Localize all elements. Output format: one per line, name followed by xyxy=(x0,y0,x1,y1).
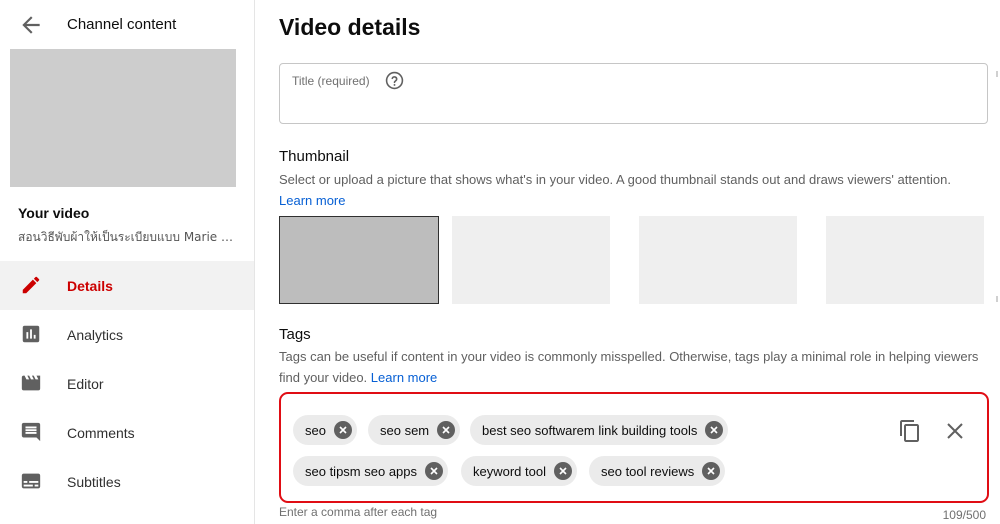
sidebar-title: Channel content xyxy=(67,16,177,33)
copy-icon[interactable] xyxy=(898,419,922,443)
tags-input[interactable]: seo seo sem best seo softwarem link buil… xyxy=(279,392,989,503)
tag-chip: best seo softwarem link building tools xyxy=(470,415,729,445)
comment-icon xyxy=(20,421,42,443)
thumbnail-learn-more-link[interactable]: Learn more xyxy=(279,193,345,208)
clapperboard-icon xyxy=(20,372,42,394)
nav-label-comments: Comments xyxy=(67,424,135,441)
subtitles-icon xyxy=(20,470,42,492)
remove-tag-icon[interactable] xyxy=(705,421,724,439)
tags-section-title: Tags xyxy=(279,326,311,343)
remove-tag-icon[interactable] xyxy=(437,421,456,439)
analytics-icon xyxy=(20,323,42,345)
tag-chip-label: seo sem xyxy=(380,422,430,438)
video-thumbnail-preview[interactable] xyxy=(10,49,236,187)
pencil-icon xyxy=(20,274,42,296)
nav-item-editor[interactable]: Editor xyxy=(0,359,254,408)
remove-tag-icon[interactable] xyxy=(702,462,721,480)
title-field[interactable]: Title (required) xyxy=(279,63,988,124)
tags-hint: Enter a comma after each tag xyxy=(279,505,438,519)
nav-item-analytics[interactable]: Analytics xyxy=(0,310,254,359)
help-icon[interactable] xyxy=(385,71,404,90)
nav-label-analytics: Analytics xyxy=(67,326,124,343)
thumbnail-description-text: Select or upload a picture that shows wh… xyxy=(279,172,951,187)
thumbnail-option-selected[interactable] xyxy=(279,216,439,304)
tags-counter: 109/500 xyxy=(942,508,986,522)
tag-chip-label: seo xyxy=(305,422,326,438)
main-content: Video details Title (required) Thumbnail… xyxy=(256,0,1000,524)
video-name: สอนวิธีพับผ้าให้เป็นระเบียบแบบ Marie … xyxy=(18,230,233,244)
nav-label-details: Details xyxy=(67,277,113,294)
tag-chip-label: seo tool reviews xyxy=(601,463,695,479)
tag-chip: seo tipsm seo apps xyxy=(293,456,449,486)
thumbnail-option[interactable] xyxy=(826,216,984,304)
tag-chip-label: keyword tool xyxy=(473,463,546,479)
remove-tag-icon[interactable] xyxy=(333,421,352,439)
thumbnail-option[interactable] xyxy=(639,216,797,304)
remove-tag-icon[interactable] xyxy=(553,462,572,480)
clear-all-icon[interactable] xyxy=(943,419,967,443)
thumbnail-option[interactable] xyxy=(452,216,610,304)
title-field-label: Title (required) xyxy=(292,74,370,88)
nav-item-subtitles[interactable]: Subtitles xyxy=(0,457,254,506)
tag-chip-label: best seo softwarem link building tools xyxy=(482,422,698,438)
tags-description: Tags can be useful if content in your vi… xyxy=(279,346,979,388)
tag-chip: seo sem xyxy=(368,415,461,445)
tag-chip: seo tool reviews xyxy=(589,456,726,486)
thumbnail-section-title: Thumbnail xyxy=(279,148,350,165)
tags-learn-more-link[interactable]: Learn more xyxy=(371,370,437,385)
nav-item-comments[interactable]: Comments xyxy=(0,408,254,457)
page-title: Video details xyxy=(279,14,421,40)
remove-tag-icon[interactable] xyxy=(425,462,444,480)
nav-label-subtitles: Subtitles xyxy=(67,473,121,490)
scrollbar-marker xyxy=(996,296,998,302)
your-video-label: Your video xyxy=(18,205,90,221)
sidebar-header: Channel content xyxy=(0,0,255,48)
thumbnail-description: Select or upload a picture that shows wh… xyxy=(279,169,999,211)
tag-chip-label: seo tipsm seo apps xyxy=(305,463,418,479)
nav-item-details[interactable]: Details xyxy=(0,261,254,310)
sidebar: Channel content Your video สอนวิธีพับผ้า… xyxy=(0,0,255,524)
back-arrow-icon[interactable] xyxy=(18,12,44,38)
scrollbar-marker xyxy=(996,71,998,77)
tag-chip: seo xyxy=(293,415,357,445)
tag-chip: keyword tool xyxy=(461,456,577,486)
nav-label-editor: Editor xyxy=(67,375,104,392)
